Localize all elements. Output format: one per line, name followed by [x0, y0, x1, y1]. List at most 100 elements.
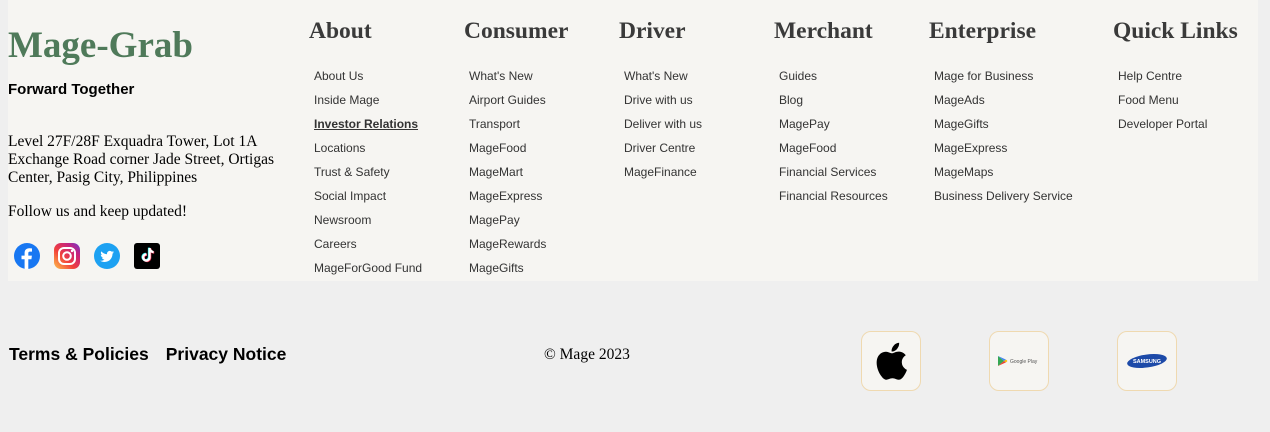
footer-link[interactable]: What's New — [469, 69, 533, 83]
samsung-store-icon[interactable]: SAMSUNG — [1117, 331, 1177, 391]
footer-link-item: What's New — [624, 68, 702, 92]
footer-link[interactable]: Developer Portal — [1118, 117, 1207, 131]
column-title: About — [309, 18, 372, 44]
footer-link[interactable]: MagePay — [779, 117, 830, 131]
apple-app-store-icon[interactable] — [861, 331, 921, 391]
footer-link-item: Food Menu — [1118, 92, 1207, 116]
follow-text: Follow us and keep updated! — [8, 203, 188, 220]
footer-link[interactable]: MageFood — [469, 141, 526, 155]
footer-column-driver: Driver What's New Drive with us Deliver wi… — [619, 16, 702, 179]
google-play-icon[interactable]: Google Play — [989, 331, 1049, 391]
samsung-label: SAMSUNG — [1133, 359, 1161, 365]
footer-link-item: About Us — [314, 68, 422, 92]
footer-column-consumer: Consumer What's New Airport Guides Transpo… — [464, 16, 568, 275]
google-play-label: Google Play — [1010, 359, 1038, 365]
footer-link[interactable]: Blog — [779, 93, 803, 107]
footer-link[interactable]: MageRewards — [469, 237, 546, 251]
footer-link-item: MagePay — [779, 116, 888, 140]
footer-link[interactable]: MageFinance — [624, 165, 697, 179]
footer-link[interactable]: Help Centre — [1118, 69, 1182, 83]
footer-link[interactable]: Food Menu — [1118, 93, 1179, 107]
office-address: Level 27F/28F Exquadra Tower, Lot 1A Exc… — [8, 133, 274, 186]
footer-link-item: MageAds — [934, 92, 1073, 116]
footer-link-item: Business Delivery Service — [934, 188, 1073, 212]
footer-link-item: Newsroom — [314, 212, 422, 236]
brand-tagline: Forward Together — [8, 81, 135, 98]
social-links — [14, 243, 160, 269]
footer-link[interactable]: Social Impact — [314, 189, 386, 203]
facebook-icon[interactable] — [14, 243, 40, 269]
footer-link[interactable]: Mage for Business — [934, 69, 1033, 83]
footer-link-item: What's New — [469, 68, 546, 92]
brand-logo-text[interactable]: Mage-Grab — [8, 24, 193, 68]
footer-link-item: Mage for Business — [934, 68, 1073, 92]
footer-link-item: Investor Relations — [314, 116, 422, 140]
footer-link-item: MageExpress — [469, 188, 546, 212]
footer-link[interactable]: What's New — [624, 69, 688, 83]
footer-link-item: MageRewards — [469, 236, 546, 260]
tiktok-icon[interactable] — [134, 243, 160, 269]
footer-link-item: MageExpress — [934, 140, 1073, 164]
link-list: Mage for Business MageAds MageGifts MageExp… — [934, 68, 1073, 212]
link-list: What's New Drive with us Deliver with us Dr… — [624, 68, 702, 188]
footer-link[interactable]: Transport — [469, 117, 520, 131]
footer-link-item: MageMart — [469, 164, 546, 188]
footer-link-item: MageForGood Fund — [314, 260, 422, 284]
footer-link[interactable]: MageMaps — [934, 165, 993, 179]
footer-link[interactable]: Drive with us — [624, 93, 693, 107]
column-title: Merchant — [774, 18, 873, 44]
footer-link[interactable]: Airport Guides — [469, 93, 546, 107]
instagram-icon[interactable] — [54, 243, 80, 269]
footer-link[interactable]: Financial Resources — [779, 189, 888, 203]
link-list: Help Centre Food Menu Developer Portal — [1118, 68, 1207, 140]
footer-link[interactable]: MageAds — [934, 93, 985, 107]
footer-link-item: Blog — [779, 92, 888, 116]
footer-link[interactable]: MageGifts — [934, 117, 989, 131]
footer-link[interactable]: Business Delivery Service — [934, 189, 1073, 203]
twitter-icon[interactable] — [94, 243, 120, 269]
footer-link[interactable]: Careers — [314, 237, 357, 251]
footer-link-item: Social Impact — [314, 188, 422, 212]
footer-link[interactable]: Locations — [314, 141, 365, 155]
link-list: What's New Airport Guides Transport MageFoo… — [469, 68, 546, 284]
link-list: About Us Inside Mage Investor Relations Loc… — [314, 68, 422, 284]
footer-link-item: Trust & Safety — [314, 164, 422, 188]
column-title: Quick Links — [1113, 18, 1238, 44]
footer-column-merchant: Merchant Guides Blog MagePay MageFood Financ… — [774, 16, 888, 203]
footer-link[interactable]: MagePay — [469, 213, 520, 227]
column-title: Driver — [619, 18, 686, 44]
footer-link[interactable]: Deliver with us — [624, 117, 702, 131]
footer-link-item: Transport — [469, 116, 546, 140]
footer-link-item: Locations — [314, 140, 422, 164]
footer-link[interactable]: MageExpress — [934, 141, 1007, 155]
footer-link[interactable]: Newsroom — [314, 213, 371, 227]
footer-link[interactable]: MageExpress — [469, 189, 542, 203]
footer-column-quick-links: Quick Links Help Centre Food Menu Develope… — [1113, 16, 1238, 131]
link-list: Guides Blog MagePay MageFood Financial Servi… — [779, 68, 888, 212]
footer-link-item: Airport Guides — [469, 92, 546, 116]
terms-policies-link[interactable]: Terms & Policies — [9, 344, 149, 365]
footer-column-enterprise: Enterprise Mage for Business MageAds MageG… — [929, 16, 1073, 203]
footer-link[interactable]: Financial Services — [779, 165, 876, 179]
footer-link-item: Driver Centre — [624, 140, 702, 164]
column-title: Enterprise — [929, 18, 1037, 44]
footer-link-item: MageFood — [779, 140, 888, 164]
footer-link-item: MageFinance — [624, 164, 702, 188]
footer-link[interactable]: About Us — [314, 69, 363, 83]
footer-link[interactable]: Guides — [779, 69, 817, 83]
footer-link-item: Financial Services — [779, 164, 888, 188]
footer-link[interactable]: MageGifts — [469, 261, 524, 275]
footer-link[interactable]: Inside Mage — [314, 93, 379, 107]
footer-link-item: MageFood — [469, 140, 546, 164]
privacy-notice-link[interactable]: Privacy Notice — [166, 344, 287, 365]
footer-link[interactable]: MageForGood Fund — [314, 261, 422, 275]
footer-link[interactable]: MageMart — [469, 165, 523, 179]
copyright-text: © Mage 2023 — [544, 346, 630, 363]
legal-links: Terms & Policies Privacy Notice — [9, 344, 286, 365]
footer-link-item: Inside Mage — [314, 92, 422, 116]
footer-link[interactable]: MageFood — [779, 141, 836, 155]
footer-link[interactable]: Trust & Safety — [314, 165, 390, 179]
footer-link[interactable]: Investor Relations — [314, 117, 418, 131]
footer-link[interactable]: Driver Centre — [624, 141, 695, 155]
footer-link-item: Developer Portal — [1118, 116, 1207, 140]
